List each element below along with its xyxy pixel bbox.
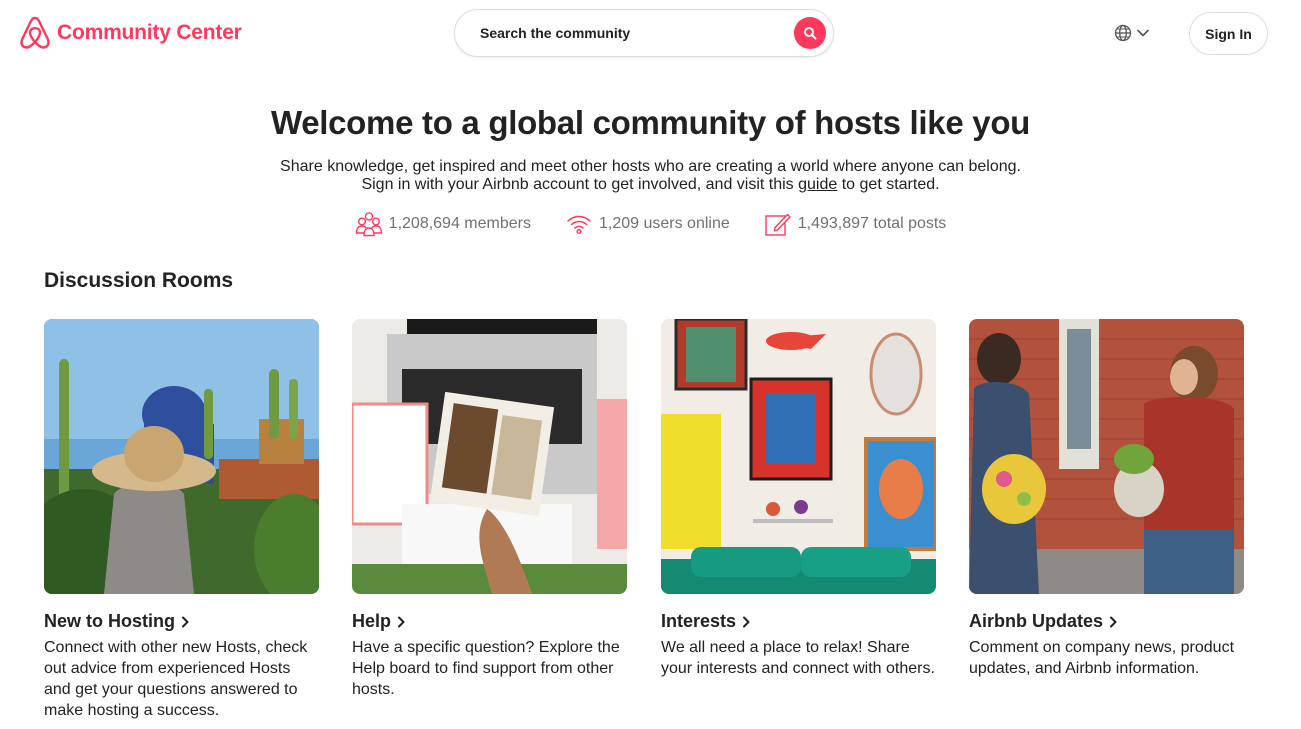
airbnb-belo-icon bbox=[20, 16, 50, 49]
card-title[interactable]: New to Hosting bbox=[44, 611, 319, 632]
chevron-right-icon bbox=[398, 616, 405, 627]
edit-icon bbox=[765, 213, 791, 236]
brand-name: Community Center bbox=[57, 20, 242, 44]
hero-line-2-start: Sign in with your Airbnb account to get … bbox=[361, 176, 799, 193]
chevron-right-icon bbox=[743, 616, 750, 627]
card-title-label: Interests bbox=[661, 611, 737, 631]
chevron-right-icon bbox=[182, 616, 189, 627]
members-count: 1,208,694 members bbox=[388, 215, 531, 232]
chevron-down-icon bbox=[1137, 29, 1149, 37]
hero-description: Share knowledge, get inspired and meet o… bbox=[0, 158, 1301, 194]
stat-online: 1,209 users online bbox=[565, 210, 730, 238]
room-card-airbnb-updates[interactable]: Airbnb Updates Comment on company news, … bbox=[969, 319, 1244, 679]
card-title[interactable]: Airbnb Updates bbox=[969, 611, 1244, 632]
card-description: Have a specific question? Explore the He… bbox=[352, 639, 620, 698]
site-header: Community Center Sign In bbox=[0, 0, 1301, 66]
search-icon bbox=[804, 27, 817, 40]
search-input[interactable] bbox=[455, 10, 794, 56]
community-stats: 1,208,694 members 1,209 users online 1,4… bbox=[0, 210, 1301, 238]
guide-link[interactable]: guide bbox=[798, 176, 837, 193]
card-title-label: New to Hosting bbox=[44, 611, 175, 631]
sign-in-button[interactable]: Sign In bbox=[1189, 12, 1268, 55]
online-count: 1,209 users online bbox=[598, 215, 730, 232]
wifi-icon bbox=[567, 215, 591, 235]
room-card-help[interactable]: Help Have a specific question? Explore t… bbox=[352, 319, 627, 700]
posts-count: 1,493,897 total posts bbox=[797, 215, 947, 232]
hero-line-1: Share knowledge, get inspired and meet o… bbox=[280, 158, 1021, 175]
card-title[interactable]: Interests bbox=[661, 611, 936, 632]
card-title-label: Airbnb Updates bbox=[969, 611, 1104, 631]
card-description: Connect with other new Hosts, check out … bbox=[44, 639, 308, 719]
room-card-new-to-hosting[interactable]: New to Hosting Connect with other new Ho… bbox=[44, 319, 319, 721]
globe-icon bbox=[1114, 24, 1132, 42]
hero-line-2-end: to get started. bbox=[837, 176, 940, 193]
stat-posts: 1,493,897 total posts bbox=[764, 210, 947, 238]
interests-image bbox=[661, 319, 936, 594]
hero-line-2: Sign in with your Airbnb account to get … bbox=[0, 176, 1301, 194]
help-image bbox=[352, 319, 627, 594]
room-card-interests[interactable]: Interests We all need a place to relax! … bbox=[661, 319, 936, 679]
language-selector[interactable] bbox=[1113, 23, 1150, 43]
chevron-right-icon bbox=[1110, 616, 1117, 627]
members-icon bbox=[355, 212, 382, 237]
card-title[interactable]: Help bbox=[352, 611, 627, 632]
stat-members: 1,208,694 members bbox=[355, 210, 531, 238]
card-description: We all need a place to relax! Share your… bbox=[661, 639, 935, 677]
section-title: Discussion Rooms bbox=[44, 269, 234, 292]
card-description: Comment on company news, product updates… bbox=[969, 639, 1235, 677]
brand-link[interactable]: Community Center bbox=[19, 15, 242, 50]
search-bar bbox=[454, 9, 834, 57]
search-button[interactable] bbox=[794, 17, 826, 49]
card-title-label: Help bbox=[352, 611, 392, 631]
new-to-hosting-image bbox=[44, 319, 319, 594]
airbnb-updates-image bbox=[969, 319, 1244, 594]
page-title: Welcome to a global community of hosts l… bbox=[270, 104, 1031, 141]
